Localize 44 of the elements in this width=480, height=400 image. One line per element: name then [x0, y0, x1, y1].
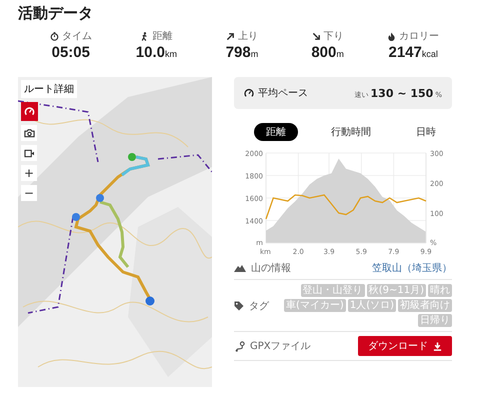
flame-icon — [387, 32, 396, 40]
stat-label: タイム — [62, 30, 92, 43]
stat-value: 800 — [311, 44, 336, 61]
chart-tab[interactable]: 距離 — [254, 123, 298, 141]
route-pin-icon — [234, 340, 245, 352]
mountain-icon — [234, 264, 246, 272]
stopwatch-icon — [50, 32, 59, 40]
stat-value: 05:05 — [52, 44, 90, 61]
stat-value: 2147 — [388, 44, 422, 61]
gpx-file-label: GPXファイル — [250, 340, 311, 353]
stat-label: 距離 — [152, 30, 172, 43]
pace-label: 平均ペース — [258, 87, 308, 100]
stat-unit: m — [336, 49, 344, 59]
route-detail-button[interactable]: ルート詳細 — [21, 80, 77, 98]
mountain-info-label: 山の情報 — [251, 262, 291, 275]
zoom-out-button[interactable]: − — [21, 185, 37, 201]
stat-label: 上り — [238, 30, 258, 43]
up-arrow-icon — [226, 32, 235, 40]
stat-value: 10.0 — [136, 44, 165, 61]
stat-unit: km — [164, 49, 177, 59]
stat-unit: m — [250, 49, 258, 59]
zoom-in-button[interactable]: + — [21, 165, 37, 181]
video-button[interactable] — [21, 145, 37, 161]
pace-value: 130 ~ 150 — [370, 86, 434, 100]
chart-tab[interactable]: 行動時間 — [319, 123, 383, 141]
camera-button[interactable] — [21, 125, 37, 141]
video-icon — [24, 148, 34, 158]
gauge-icon — [24, 106, 35, 117]
tag-icon — [234, 300, 244, 310]
page-title: 活動データ — [18, 4, 94, 24]
mountain-link[interactable]: 笠取山（埼玉県） — [372, 261, 452, 275]
tags-label: タグ — [249, 300, 269, 312]
camera-icon — [24, 128, 34, 138]
stat-value: 798 — [226, 44, 251, 61]
download-button[interactable]: ダウンロード — [358, 336, 452, 356]
chart-tab[interactable]: 日時 — [404, 123, 448, 141]
stat-label: カロリー — [399, 30, 440, 43]
stat-label: 下り — [324, 30, 344, 43]
download-icon — [433, 342, 442, 350]
stat-unit: kcal — [422, 49, 438, 59]
speedometer-icon — [244, 88, 254, 98]
down-arrow-icon — [312, 32, 321, 40]
gauge-button[interactable] — [21, 102, 38, 121]
walker-icon — [140, 32, 150, 40]
